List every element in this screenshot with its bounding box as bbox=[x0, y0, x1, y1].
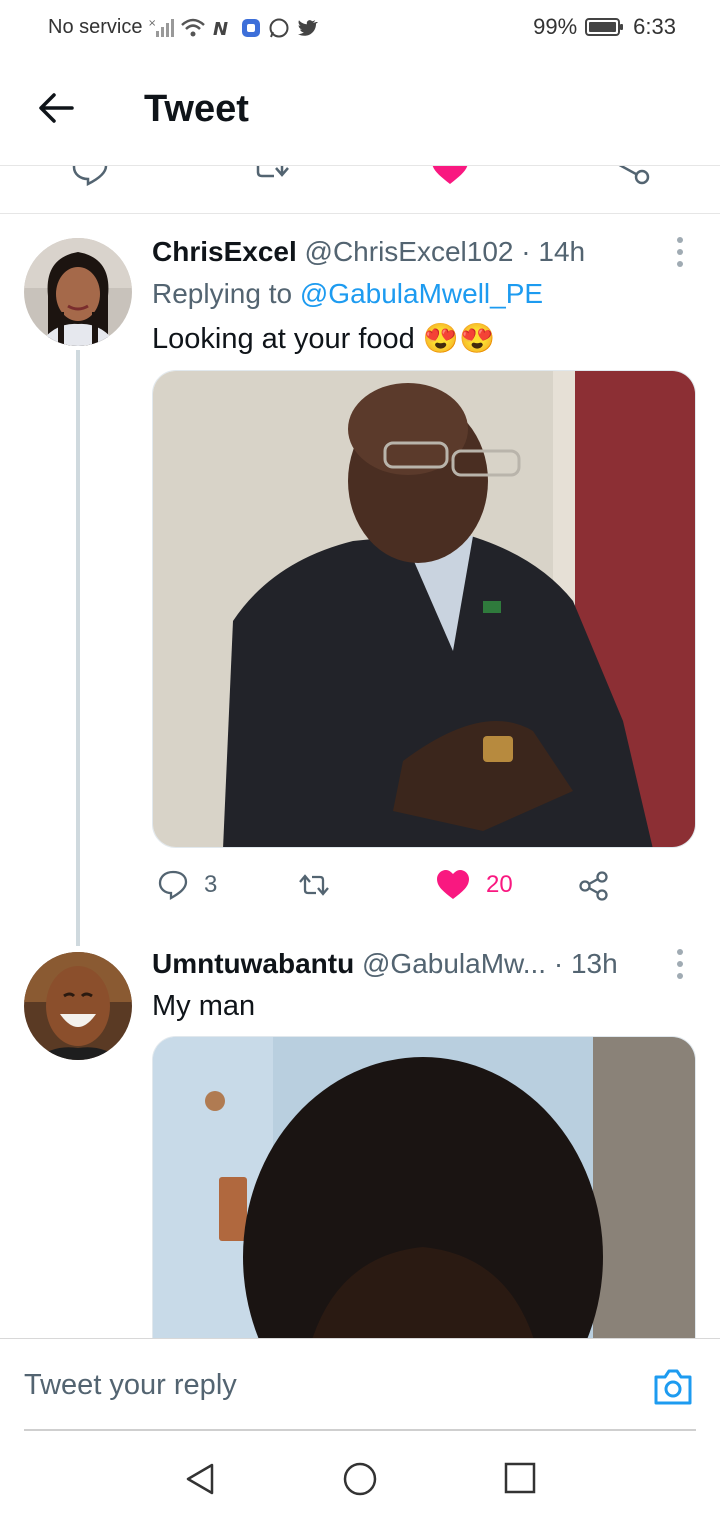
wifi-icon bbox=[181, 18, 206, 36]
more-options-icon[interactable] bbox=[674, 234, 686, 270]
separator-dot: · bbox=[521, 236, 531, 267]
replying-to-line: Replying to @GabulaMwell_PE bbox=[152, 278, 543, 310]
nav-recents-icon[interactable] bbox=[504, 1462, 536, 1494]
tweet-timestamp: 13h bbox=[570, 948, 618, 979]
like-action[interactable]: 20 bbox=[436, 870, 513, 900]
avatar[interactable] bbox=[24, 238, 132, 346]
system-nav-bar bbox=[0, 1432, 720, 1520]
reply-count: 3 bbox=[204, 871, 218, 898]
reply-action[interactable]: 3 bbox=[158, 870, 217, 900]
replying-to-label: Replying to bbox=[152, 278, 293, 309]
user-handle[interactable]: @GabulaMw... bbox=[362, 948, 546, 979]
share-action[interactable] bbox=[578, 870, 610, 902]
reply-icon[interactable] bbox=[72, 166, 108, 186]
reply-tweet-2[interactable]: Umntuwabantu @GabulaMw... · 13h My man bbox=[0, 934, 720, 1338]
battery-percent: 99% bbox=[533, 14, 578, 39]
tweet-actions: 3 20 bbox=[152, 870, 696, 910]
page-title: Tweet bbox=[144, 88, 249, 130]
share-icon bbox=[579, 871, 608, 901]
carrier-text: No service bbox=[48, 16, 143, 38]
back-arrow-icon[interactable] bbox=[34, 86, 78, 130]
mention-link[interactable]: @GabulaMwell_PE bbox=[300, 278, 543, 309]
display-name[interactable]: Umntuwabantu bbox=[152, 948, 354, 979]
svg-text:N: N bbox=[213, 19, 228, 39]
avatar[interactable] bbox=[24, 952, 132, 1060]
thread-line bbox=[76, 350, 80, 946]
nav-back-icon[interactable] bbox=[184, 1462, 216, 1496]
reply-tweet-1[interactable]: ChrisExcel @ChrisExcel102 · 14h Replying… bbox=[0, 214, 720, 946]
clock-time: 6:33 bbox=[633, 14, 676, 39]
battery-icon bbox=[585, 18, 624, 36]
svg-text:×: × bbox=[148, 18, 156, 29]
tweet-text: Looking at your food 😍😍 bbox=[152, 323, 496, 355]
like-heart-icon bbox=[437, 870, 469, 899]
reply-divider bbox=[24, 1429, 696, 1431]
reply-input[interactable]: Tweet your reply bbox=[24, 1369, 237, 1402]
share-icon[interactable] bbox=[606, 166, 652, 188]
tweet-header: ChrisExcel @ChrisExcel102 · 14h bbox=[152, 236, 585, 268]
reply-composer: Tweet your reply bbox=[0, 1338, 720, 1431]
like-count: 20 bbox=[486, 871, 513, 898]
camera-icon[interactable] bbox=[652, 1367, 694, 1407]
reply-icon bbox=[158, 870, 188, 900]
twitter-bird-icon bbox=[298, 19, 319, 36]
tweet-image[interactable] bbox=[152, 1036, 696, 1338]
separator-dot: · bbox=[553, 948, 564, 979]
app-header: Tweet bbox=[0, 56, 720, 166]
tweet-text: My man bbox=[152, 990, 256, 1022]
more-options-icon[interactable] bbox=[674, 946, 686, 982]
signal-icon: × bbox=[148, 18, 175, 37]
nav-home-icon[interactable] bbox=[343, 1462, 377, 1496]
status-bar: No service × N 99% 6:33 bbox=[0, 0, 720, 56]
tweet-image[interactable] bbox=[152, 370, 696, 848]
previous-tweet-actions bbox=[0, 166, 720, 214]
retweet-icon bbox=[299, 874, 329, 896]
vpn-shield-icon bbox=[242, 18, 261, 37]
retweet-action[interactable] bbox=[296, 870, 332, 900]
nfc-icon: N bbox=[213, 19, 228, 39]
display-name[interactable]: ChrisExcel bbox=[152, 236, 297, 267]
user-handle[interactable]: @ChrisExcel102 bbox=[305, 236, 514, 267]
retweet-icon[interactable] bbox=[252, 166, 296, 186]
whatsapp-icon bbox=[269, 18, 289, 37]
tweet-header: Umntuwabantu @GabulaMw... · 13h bbox=[152, 948, 618, 980]
like-heart-icon[interactable] bbox=[430, 166, 470, 186]
tweet-timestamp: 14h bbox=[538, 236, 586, 267]
